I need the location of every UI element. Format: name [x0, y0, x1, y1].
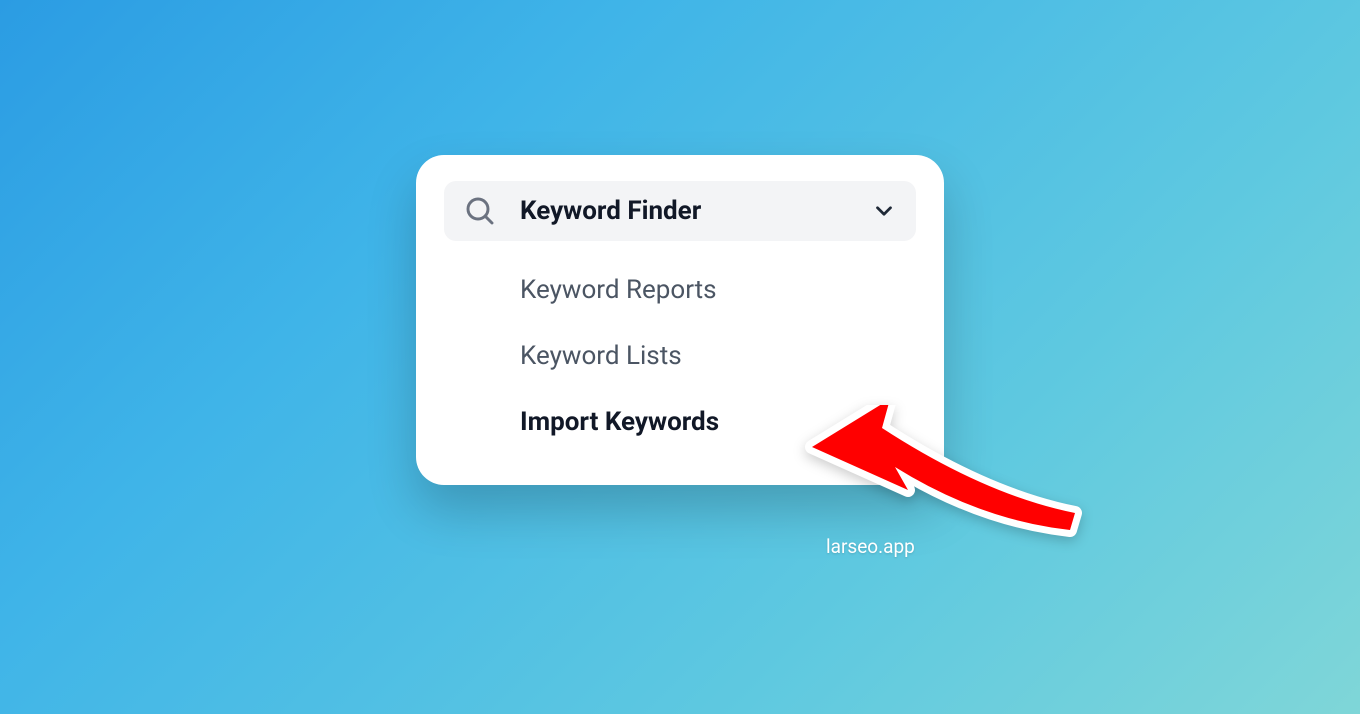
menu-item-keyword-reports[interactable]: Keyword Reports [444, 257, 916, 323]
search-icon [462, 193, 498, 229]
dropdown-menu-card: Keyword Finder Keyword Reports Keyword L… [416, 155, 944, 485]
dropdown-header-label: Keyword Finder [520, 196, 870, 226]
menu-item-label: Import Keywords [520, 407, 719, 437]
menu-item-keyword-lists[interactable]: Keyword Lists [444, 323, 916, 389]
menu-item-label: Keyword Lists [520, 341, 682, 371]
chevron-down-icon [870, 197, 898, 225]
menu-item-import-keywords[interactable]: Import Keywords [444, 389, 916, 455]
menu-item-label: Keyword Reports [520, 275, 717, 305]
dropdown-header[interactable]: Keyword Finder [444, 181, 916, 241]
caption-text: larseo.app [826, 535, 915, 558]
